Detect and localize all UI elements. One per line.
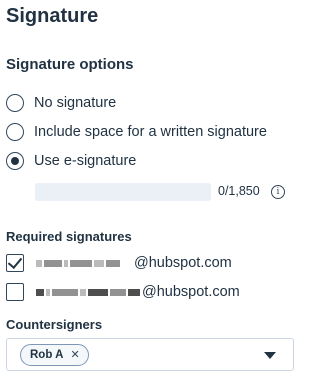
character-count: 0/1,850: [218, 184, 260, 198]
redacted-email-name: [36, 255, 120, 271]
page-title: Signature: [6, 5, 99, 27]
signer-email-domain: @hubspot.com: [142, 284, 240, 300]
countersigners-heading: Countersigners: [6, 317, 103, 332]
radio-no-signature[interactable]: No signature: [6, 92, 116, 114]
countersigner-tag-label: Rob A: [30, 348, 64, 361]
radio-label: Include space for a written signature: [34, 124, 267, 140]
signer-checkbox-checked[interactable]: [6, 254, 24, 272]
radio-button[interactable]: [6, 123, 24, 141]
radio-written-signature[interactable]: Include space for a written signature: [6, 121, 267, 143]
radio-button[interactable]: [6, 94, 24, 112]
redacted-email-name: [36, 284, 140, 300]
caret-down-icon[interactable]: [264, 352, 276, 359]
signer-email-domain: @hubspot.com: [134, 255, 232, 271]
signature-options-heading: Signature options: [6, 56, 134, 73]
radio-label: Use e-signature: [34, 153, 137, 169]
signer-checkbox[interactable]: [6, 283, 24, 301]
info-icon[interactable]: i: [271, 185, 285, 199]
signer-row[interactable]: @hubspot.com: [6, 281, 240, 303]
countersigner-tag: Rob A ✕: [20, 343, 89, 366]
radio-label: No signature: [34, 95, 117, 111]
countersigners-select[interactable]: Rob A ✕: [6, 338, 294, 371]
required-signatures-heading: Required signatures: [6, 229, 132, 244]
e-signature-message-input[interactable]: [35, 183, 211, 201]
signer-row[interactable]: @hubspot.com: [6, 252, 232, 274]
radio-button-selected[interactable]: [6, 152, 24, 170]
radio-e-signature[interactable]: Use e-signature: [6, 150, 136, 172]
close-icon[interactable]: ✕: [70, 348, 79, 361]
